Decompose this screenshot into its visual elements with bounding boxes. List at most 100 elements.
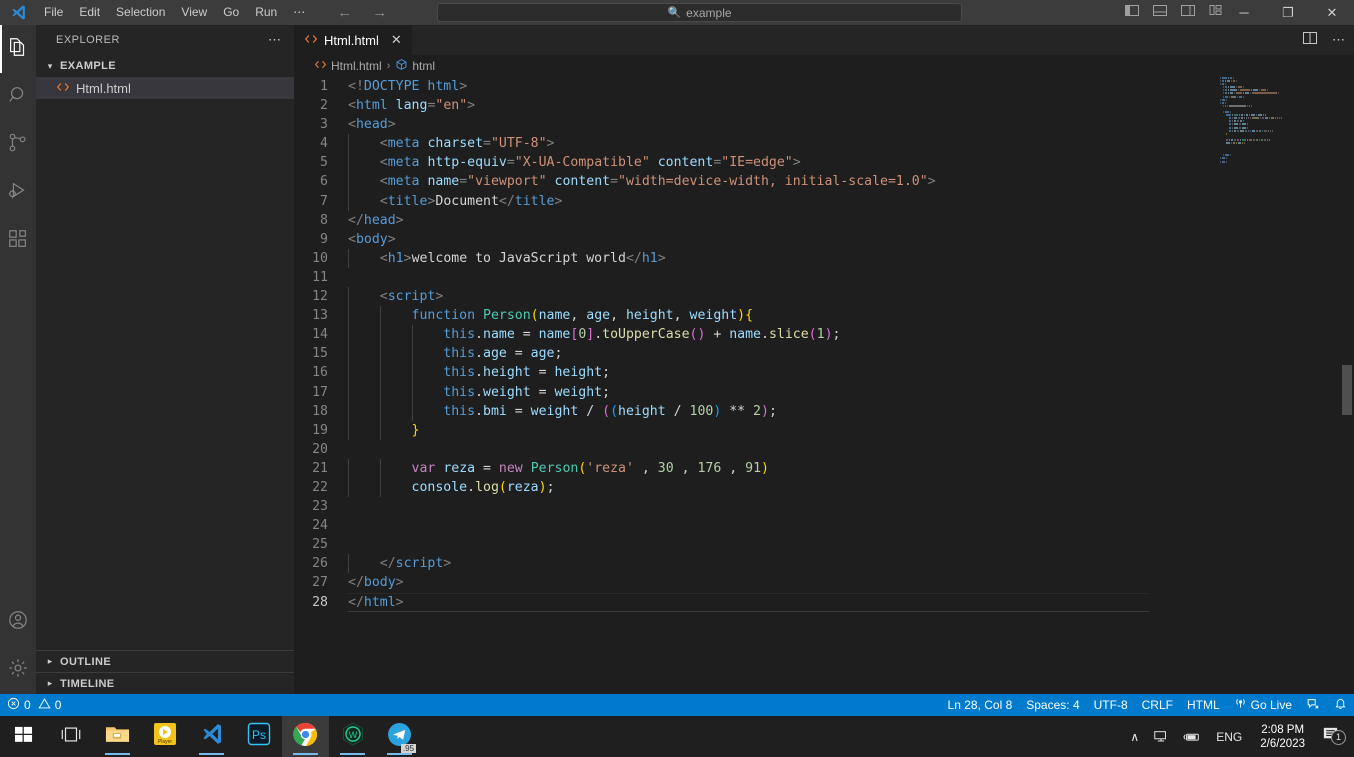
panel-outline[interactable]: ▸ OUTLINE	[36, 650, 294, 672]
status-go-live[interactable]: Go Live	[1227, 694, 1299, 716]
code-line[interactable]: 3 <head>	[294, 115, 1354, 134]
taskbar-media-player[interactable]: Player	[141, 716, 188, 757]
code-line[interactable]: 19 }	[294, 420, 1354, 440]
taskbar-vs-code[interactable]	[188, 716, 235, 757]
sidebar-item-explorer[interactable]	[0, 25, 36, 73]
sidebar-item-extensions[interactable]	[0, 217, 36, 265]
action-center-button[interactable]: 1	[1315, 725, 1350, 749]
code-token: name	[729, 327, 761, 343]
status-indentation[interactable]: Spaces: 4	[1019, 694, 1086, 716]
taskbar-photoshop[interactable]: Ps	[235, 716, 282, 757]
breadcrumb-symbol[interactable]: html	[395, 58, 435, 74]
code-line[interactable]: 22 console.log(reza);	[294, 477, 1354, 498]
code-line[interactable]: 25	[294, 535, 1354, 554]
list-item-html-file[interactable]: Html.html	[36, 77, 294, 99]
show-hidden-icons-chevron-icon[interactable]: ∧	[1123, 730, 1146, 744]
code-line[interactable]: 12 <script>	[294, 287, 1354, 307]
close-icon[interactable]: ✕	[391, 32, 402, 48]
photoshop-icon: Ps	[247, 722, 271, 751]
sidebar-item-run-and-debug[interactable]	[0, 169, 36, 217]
status-eol[interactable]: CRLF	[1135, 694, 1180, 716]
arrow-left-icon[interactable]: ←	[337, 5, 352, 20]
folder-example[interactable]: ▾ EXAMPLE	[36, 55, 294, 77]
tab-html-file[interactable]: Html.html ✕	[294, 25, 412, 55]
minimap[interactable]	[1220, 77, 1340, 694]
code-line[interactable]: 14 this.name = name[0].toUpperCase() + n…	[294, 325, 1354, 345]
menu-bar: File Edit Selection View Go Run ⋯	[36, 0, 313, 25]
code-line[interactable]: 26 </script>	[294, 554, 1354, 574]
more-actions-icon[interactable]: ⋯	[1332, 33, 1346, 46]
code-line[interactable]: 28 </html>	[294, 592, 1354, 612]
code-line[interactable]: 9 <body>	[294, 230, 1354, 249]
command-center-search[interactable]: 🔍 example	[437, 3, 962, 22]
code-line[interactable]: 10 <h1>welcome to JavaScript world</h1>	[294, 248, 1354, 268]
language-indicator[interactable]: ENG	[1208, 730, 1250, 744]
status-problems[interactable]: 0 0	[0, 694, 68, 716]
battery-icon[interactable]	[1176, 729, 1208, 745]
code-line[interactable]: 7 <title>Document</title>	[294, 191, 1354, 211]
close-button[interactable]: ✕	[1310, 0, 1354, 25]
code-line[interactable]: 13 function Person(name, age, height, we…	[294, 306, 1354, 326]
code-line[interactable]: 18 this.bmi = weight / ((height / 100) *…	[294, 401, 1354, 421]
toggle-primary-sidebar-icon[interactable]	[1124, 2, 1140, 23]
minimap-segment	[1237, 117, 1240, 120]
minimap-segment	[1220, 101, 1221, 104]
minimap-segment	[1220, 157, 1222, 160]
status-notifications[interactable]	[1327, 694, 1354, 716]
sidebar-item-source-control[interactable]	[0, 121, 36, 169]
code-line[interactable]: 20	[294, 440, 1354, 459]
code-line[interactable]: 17 this.weight = weight;	[294, 382, 1354, 402]
taskbar-google-chrome[interactable]	[282, 716, 329, 757]
code-line[interactable]: 6 <meta name="viewport" content="width=d…	[294, 172, 1354, 192]
menu-more[interactable]: ⋯	[285, 0, 313, 25]
status-encoding[interactable]: UTF-8	[1087, 694, 1135, 716]
menu-go[interactable]: Go	[215, 0, 247, 25]
line-number: 27	[312, 575, 328, 591]
code-line[interactable]: 11	[294, 268, 1354, 287]
sidebar-item-accounts[interactable]	[0, 598, 36, 646]
toggle-panel-icon[interactable]	[1152, 2, 1168, 23]
menu-run[interactable]: Run	[247, 0, 285, 25]
status-remote-feedback[interactable]	[1299, 694, 1327, 716]
code-line[interactable]: 1 <!DOCTYPE html>	[294, 77, 1354, 96]
status-language-mode[interactable]: HTML	[1180, 694, 1227, 716]
maximize-button[interactable]: ❐	[1266, 0, 1310, 25]
taskbar-w-app[interactable]: W	[329, 716, 376, 757]
code-line[interactable]: 2 <html lang="en">	[294, 96, 1354, 115]
sidebar-item-manage-settings[interactable]	[0, 646, 36, 694]
network-icon[interactable]	[1146, 729, 1176, 745]
clock[interactable]: 2:08 PM 2/6/2023	[1250, 723, 1315, 751]
menu-selection[interactable]: Selection	[108, 0, 173, 25]
minimap-segment	[1246, 138, 1248, 141]
code-line[interactable]: 21 var reza = new Person('reza' , 30 , 1…	[294, 458, 1354, 478]
minimize-button[interactable]: ─	[1222, 0, 1266, 25]
code-line[interactable]: 15 this.age = age;	[294, 344, 1354, 364]
code-line[interactable]: 4 <meta charset="UTF-8">	[294, 134, 1354, 154]
sidebar-more-actions-icon[interactable]: ⋯	[268, 33, 282, 46]
taskbar-file-explorer[interactable]	[94, 716, 141, 757]
code-line[interactable]: 16 this.height = height;	[294, 363, 1354, 383]
sidebar-item-search[interactable]	[0, 73, 36, 121]
menu-view[interactable]: View	[173, 0, 215, 25]
minimap-segment	[1223, 111, 1224, 114]
taskbar-telegram[interactable]: .95	[376, 716, 423, 757]
editor-scrollbar[interactable]	[1340, 77, 1354, 694]
code-line[interactable]: 8 </head>	[294, 211, 1354, 230]
panel-timeline[interactable]: ▸ TIMELINE	[36, 672, 294, 694]
code-line[interactable]: 5 <meta http-equiv="X-UA-Compatible" con…	[294, 153, 1354, 173]
status-editor-position[interactable]: Ln 28, Col 8	[941, 694, 1020, 716]
toggle-secondary-sidebar-icon[interactable]	[1180, 2, 1196, 23]
task-view-button[interactable]	[47, 716, 94, 757]
start-button[interactable]	[0, 716, 47, 757]
code-line[interactable]: 27 </body>	[294, 573, 1354, 592]
code-editor[interactable]: 1 <!DOCTYPE html> 2 <html lang="en"> 3 <head>…	[294, 77, 1354, 694]
breadcrumb-file[interactable]: Html.html	[314, 58, 382, 74]
menu-edit[interactable]: Edit	[71, 0, 108, 25]
split-editor-icon[interactable]	[1302, 30, 1318, 51]
code-line[interactable]: 23	[294, 497, 1354, 516]
minimap-segment	[1229, 117, 1232, 120]
editor-scrollbar-thumb[interactable]	[1342, 365, 1352, 415]
arrow-right-icon[interactable]: →	[372, 5, 387, 20]
menu-file[interactable]: File	[36, 0, 71, 25]
code-line[interactable]: 24	[294, 516, 1354, 535]
